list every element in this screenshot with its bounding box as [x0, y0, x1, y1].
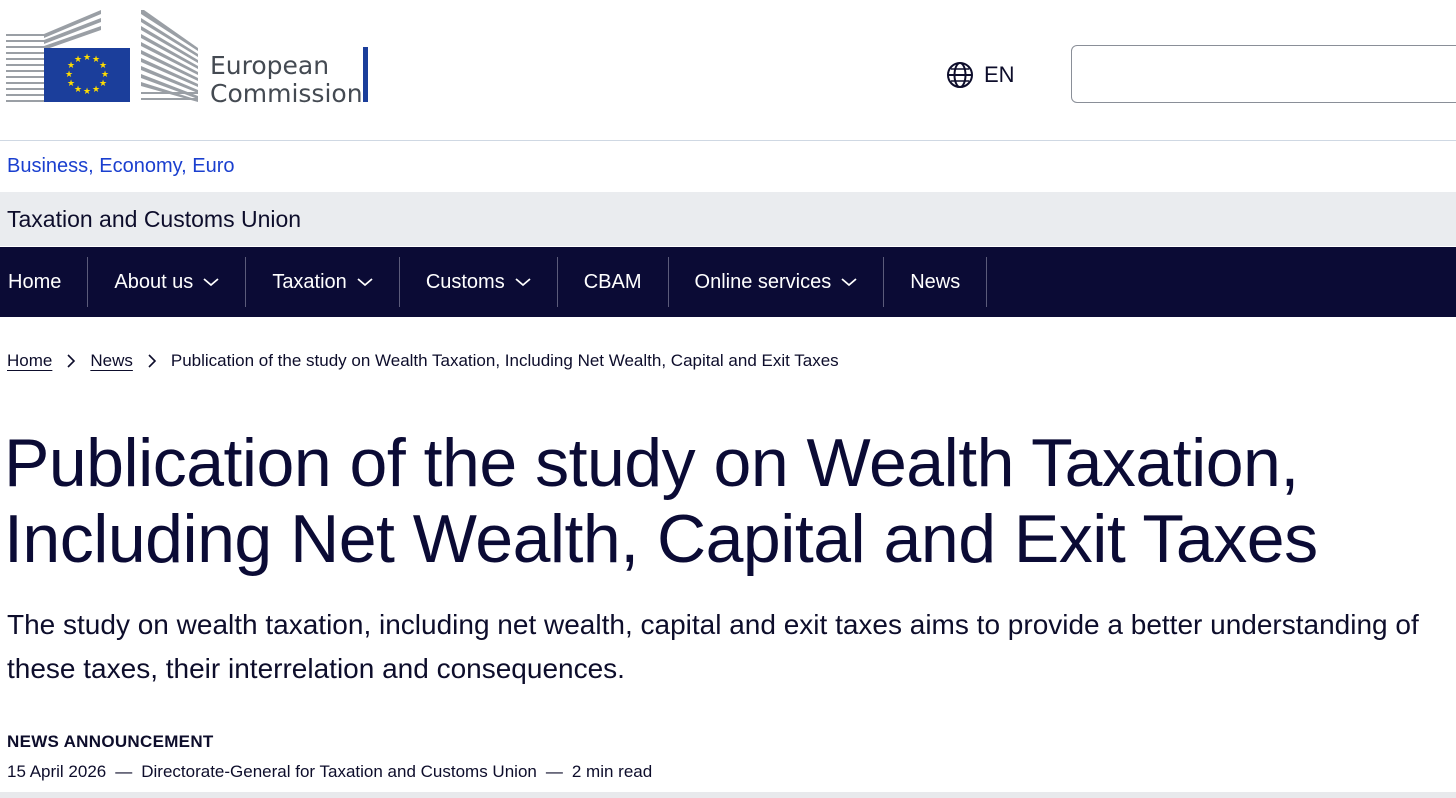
svg-text:★: ★	[74, 55, 82, 65]
nav-item-taxation[interactable]: Taxation	[246, 257, 400, 307]
nav-item-label: Taxation	[272, 270, 347, 293]
section-divider	[0, 792, 1456, 798]
nav-item-home[interactable]: Home	[0, 257, 89, 307]
chevron-right-icon	[52, 348, 90, 374]
svg-text:★: ★	[92, 85, 100, 95]
article-lead: The study on wealth taxation, including …	[7, 609, 1419, 684]
nav-item-label: Online services	[694, 270, 832, 293]
nav-item-label: Customs	[425, 270, 505, 293]
search-input[interactable]	[1071, 45, 1456, 103]
nav-item-online-services[interactable]: Online services	[669, 257, 885, 307]
meta-separator: —	[545, 762, 563, 781]
breadcrumb-home-link[interactable]: Home	[7, 351, 52, 371]
site-header: ★ ★ ★ ★ ★ ★ ★ ★ ★ ★ ★ ★ European Commiss…	[0, 0, 1456, 141]
nav-item-label: About us	[114, 270, 194, 293]
svg-text:★: ★	[65, 70, 73, 80]
logo-line-1: European	[210, 51, 330, 80]
chevron-down-icon	[203, 278, 219, 287]
article-meta: 15 April 2026 — Directorate-General for …	[7, 762, 652, 782]
page: ★ ★ ★ ★ ★ ★ ★ ★ ★ ★ ★ ★ European Commiss…	[0, 0, 1456, 798]
svg-text:★: ★	[99, 79, 107, 89]
parent-site-link[interactable]: Business, Economy, Euro	[7, 152, 235, 180]
svg-text:★: ★	[83, 53, 91, 63]
nav-item-customs[interactable]: Customs	[400, 257, 558, 307]
breadcrumb-current: Publication of the study on Wealth Taxat…	[170, 351, 839, 370]
nav-item-label: Home	[8, 270, 62, 293]
svg-text:★: ★	[83, 87, 91, 97]
nav-item-cbam[interactable]: CBAM	[558, 257, 669, 307]
nav-item-label: CBAM	[583, 270, 642, 293]
site-title[interactable]: Taxation and Customs Union	[7, 204, 301, 234]
article-author: Directorate-General for Taxation and Cus…	[141, 762, 537, 781]
main-navigation: Home About us Taxation Customs CBAM Onli…	[0, 247, 1456, 317]
breadcrumb-news-link[interactable]: News	[90, 351, 133, 371]
logo-divider	[363, 47, 368, 102]
language-selector[interactable]: EN	[946, 60, 1015, 90]
chevron-down-icon	[841, 278, 857, 287]
svg-text:★: ★	[74, 85, 82, 95]
content-type-label: NEWS ANNOUNCEMENT	[7, 732, 214, 751]
globe-icon	[947, 62, 973, 88]
nav-item-news[interactable]: News	[884, 257, 988, 307]
breadcrumb: Home News Publication of the study on We…	[7, 348, 839, 374]
page-title: Publication of the study on Wealth Taxat…	[4, 425, 1318, 577]
logo-wordmark: European Commission	[210, 52, 363, 108]
svg-text:★: ★	[67, 79, 75, 89]
chevron-down-icon	[515, 278, 531, 287]
publication-date: 15 April 2026	[7, 762, 107, 781]
language-code: EN	[984, 62, 1015, 87]
read-time: 2 min read	[571, 762, 653, 781]
chevron-right-icon	[133, 348, 171, 374]
chevron-down-icon	[357, 278, 373, 287]
logo-line-2: Commission	[210, 79, 363, 108]
nav-item-label: News	[910, 270, 961, 293]
meta-separator: —	[115, 762, 133, 781]
nav-item-about-us[interactable]: About us	[88, 257, 247, 307]
